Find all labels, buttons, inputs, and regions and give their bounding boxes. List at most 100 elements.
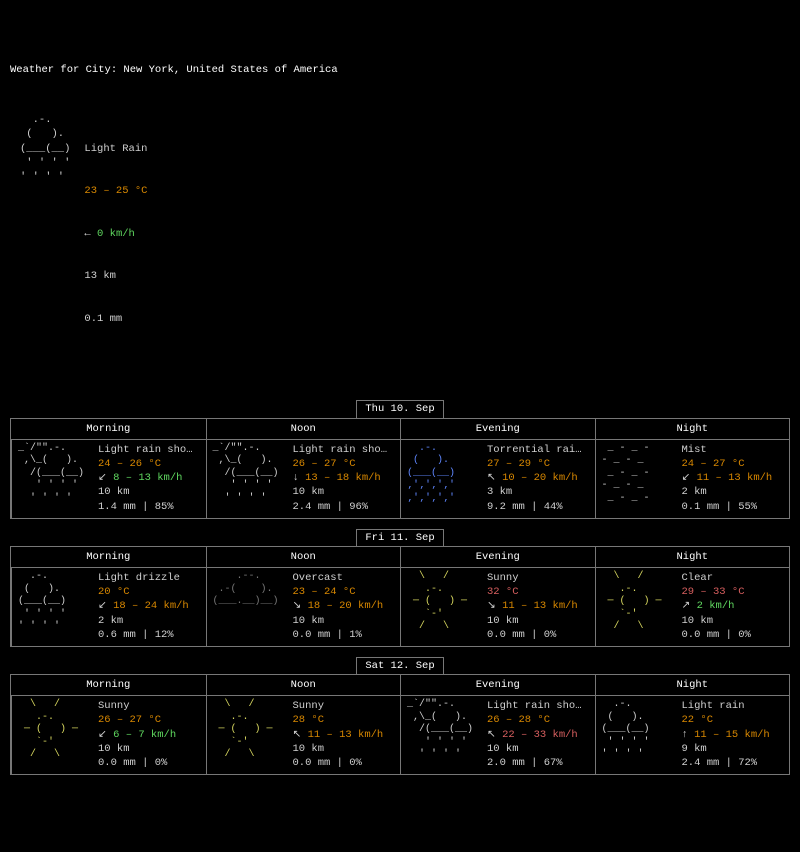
slot-visibility: 10 km	[682, 614, 751, 628]
slot-cell: _ - _ - - _ - _ _ - _ - - _ - _ _ - _ -M…	[595, 440, 790, 518]
slot-visibility: 10 km	[98, 742, 176, 756]
slot-weather-icon: .-. ( ). (___(__) ' ' ' ' ' ' ' '	[602, 699, 674, 770]
slot-temp: 24 – 26 °C	[98, 457, 193, 471]
slot-info: Sunny26 – 27 °C↙ 6 – 7 km/h10 km0.0 mm |…	[98, 699, 176, 770]
slot-wind: ↖ 11 – 13 km/h	[293, 728, 384, 742]
slot-weather-icon: \ / .-. ─ ( ) ─ `-' / \	[213, 699, 285, 770]
day-header: Fri 11. Sep	[10, 529, 790, 547]
slot-header: Evening	[400, 547, 595, 568]
slot-wind: ↖ 10 – 20 km/h	[487, 471, 582, 485]
slot-temp: 32 °C	[487, 585, 578, 599]
slot-info: Light rain sho…26 – 27 °C↓ 13 – 18 km/h1…	[293, 443, 388, 514]
day-date: Fri 11. Sep	[356, 529, 443, 547]
slot-visibility: 10 km	[293, 485, 388, 499]
slot-header: Night	[595, 419, 790, 440]
current-wind: ← 0 km/h	[84, 227, 147, 241]
slot-cell: .-. ( ). (___(__) ' ' ' ' ' ' ' ' Light …	[595, 696, 790, 774]
slot-condition: Torrential rai…	[487, 443, 582, 457]
page-title: Weather for City: New York, United State…	[10, 63, 790, 77]
slot-cell: .--. .-( ). (___.__)__) Overcast23 – 24 …	[206, 568, 401, 646]
slot-weather-icon: _`/"".-. ,\_( ). /(___(__) ' ' ' ' ' ' '…	[18, 443, 90, 514]
slot-visibility: 10 km	[487, 614, 578, 628]
slot-wind: ↙ 18 – 24 km/h	[98, 599, 189, 613]
slot-info: Clear29 – 33 °C↗ 2 km/h10 km0.0 mm | 0%	[682, 571, 751, 642]
slot-weather-icon: \ / .-. ─ ( ) ─ `-' / \	[602, 571, 674, 642]
slot-weather-icon: .-. ( ). (___(__) ' ' ' ' ' ' ' '	[18, 571, 90, 642]
slot-header: Morning	[11, 419, 206, 440]
slot-wind: ↙ 8 – 13 km/h	[98, 471, 193, 485]
day-grid: MorningNoonEveningNight_`/"".-. ,\_( ). …	[10, 418, 790, 519]
slot-wind: ↙ 6 – 7 km/h	[98, 728, 176, 742]
slot-temp: 22 °C	[682, 713, 770, 727]
slot-info: Light rain22 °C↑ 11 – 15 km/h9 km2.4 mm …	[682, 699, 770, 770]
slot-condition: Sunny	[98, 699, 176, 713]
day-header: Sat 12. Sep	[10, 657, 790, 675]
current-weather-icon: .-. ( ). (___(__) ' ' ' ' ' ' ' '	[20, 113, 70, 354]
slot-wind: ↙ 11 – 13 km/h	[682, 471, 773, 485]
slot-header: Morning	[11, 547, 206, 568]
slot-precip: 2.4 mm | 96%	[293, 500, 388, 514]
slot-temp: 23 – 24 °C	[293, 585, 384, 599]
slot-header: Night	[595, 675, 790, 696]
slot-cell: _`/"".-. ,\_( ). /(___(__) ' ' ' ' ' ' '…	[400, 696, 595, 774]
forecast-day: Thu 10. SepMorningNoonEveningNight_`/"".…	[10, 400, 790, 518]
slot-info: Sunny28 °C↖ 11 – 13 km/h10 km0.0 mm | 0%	[293, 699, 384, 770]
slot-wind: ↑ 11 – 15 km/h	[682, 728, 770, 742]
slot-weather-icon: .--. .-( ). (___.__)__)	[213, 571, 285, 642]
day-date: Thu 10. Sep	[356, 400, 443, 418]
slot-visibility: 2 km	[682, 485, 773, 499]
current-precip: 0.1 mm	[84, 312, 147, 326]
slot-weather-icon: \ / .-. ─ ( ) ─ `-' / \	[407, 571, 479, 642]
slot-condition: Light drizzle	[98, 571, 189, 585]
slot-condition: Clear	[682, 571, 751, 585]
slot-temp: 28 °C	[293, 713, 384, 727]
slot-header: Noon	[206, 547, 401, 568]
slot-visibility: 10 km	[293, 742, 384, 756]
current-visibility: 13 km	[84, 269, 147, 283]
slot-temp: 24 – 27 °C	[682, 457, 773, 471]
slot-precip: 0.0 mm | 0%	[98, 756, 176, 770]
slot-condition: Light rain	[682, 699, 770, 713]
slot-visibility: 10 km	[98, 485, 193, 499]
slot-precip: 0.0 mm | 0%	[682, 628, 751, 642]
current-conditions: .-. ( ). (___(__) ' ' ' ' ' ' ' ' Light …	[20, 113, 790, 354]
slot-temp: 29 – 33 °C	[682, 585, 751, 599]
forecast-day: Sat 12. SepMorningNoonEveningNight \ / .…	[10, 657, 790, 775]
forecast-day: Fri 11. SepMorningNoonEveningNight .-. (…	[10, 529, 790, 647]
slot-temp: 27 – 29 °C	[487, 457, 582, 471]
slot-wind: ↖ 22 – 33 km/h	[487, 728, 582, 742]
slot-condition: Light rain sho…	[487, 699, 582, 713]
slot-cell: \ / .-. ─ ( ) ─ `-' / \ Sunny28 °C↖ 11 –…	[206, 696, 401, 774]
slot-weather-icon: \ / .-. ─ ( ) ─ `-' / \	[18, 699, 90, 770]
slot-info: Mist24 – 27 °C↙ 11 – 13 km/h2 km0.1 mm |…	[682, 443, 773, 514]
slot-info: Light drizzle20 °C↙ 18 – 24 km/h2 km0.6 …	[98, 571, 189, 642]
slot-precip: 0.0 mm | 1%	[293, 628, 384, 642]
slot-weather-icon: _ - _ - - _ - _ _ - _ - - _ - _ _ - _ -	[602, 443, 674, 514]
slot-cell: .-. ( ). (___(__) ‚'‚'‚'‚' ‚'‚'‚'‚'Torre…	[400, 440, 595, 518]
slot-visibility: 2 km	[98, 614, 189, 628]
slot-condition: Mist	[682, 443, 773, 457]
slot-wind: ↗ 2 km/h	[682, 599, 751, 613]
slot-precip: 0.0 mm | 0%	[293, 756, 384, 770]
slot-cell: \ / .-. ─ ( ) ─ `-' / \ Sunny26 – 27 °C↙…	[11, 696, 206, 774]
slot-cell: _`/"".-. ,\_( ). /(___(__) ' ' ' ' ' ' '…	[11, 440, 206, 518]
day-grid: MorningNoonEveningNight .-. ( ). (___(__…	[10, 546, 790, 647]
day-date: Sat 12. Sep	[356, 657, 443, 675]
slot-cell: \ / .-. ─ ( ) ─ `-' / \ Clear29 – 33 °C↗…	[595, 568, 790, 646]
day-header: Thu 10. Sep	[10, 400, 790, 418]
day-grid: MorningNoonEveningNight \ / .-. ─ ( ) ─ …	[10, 674, 790, 775]
slot-info: Light rain sho…26 – 28 °C↖ 22 – 33 km/h1…	[487, 699, 582, 770]
slot-wind: ↓ 13 – 18 km/h	[293, 471, 388, 485]
slot-temp: 26 – 27 °C	[293, 457, 388, 471]
slot-precip: 9.2 mm | 44%	[487, 500, 582, 514]
slot-temp: 20 °C	[98, 585, 189, 599]
slot-cell: \ / .-. ─ ( ) ─ `-' / \ Sunny32 °C↘ 11 –…	[400, 568, 595, 646]
slot-precip: 2.4 mm | 72%	[682, 756, 770, 770]
slot-header: Noon	[206, 419, 401, 440]
slot-cell: .-. ( ). (___(__) ' ' ' ' ' ' ' ' Light …	[11, 568, 206, 646]
slot-info: Light rain sho…24 – 26 °C↙ 8 – 13 km/h10…	[98, 443, 193, 514]
slot-weather-icon: _`/"".-. ,\_( ). /(___(__) ' ' ' ' ' ' '…	[213, 443, 285, 514]
slot-temp: 26 – 28 °C	[487, 713, 582, 727]
slot-condition: Light rain sho…	[293, 443, 388, 457]
slot-visibility: 10 km	[293, 614, 384, 628]
